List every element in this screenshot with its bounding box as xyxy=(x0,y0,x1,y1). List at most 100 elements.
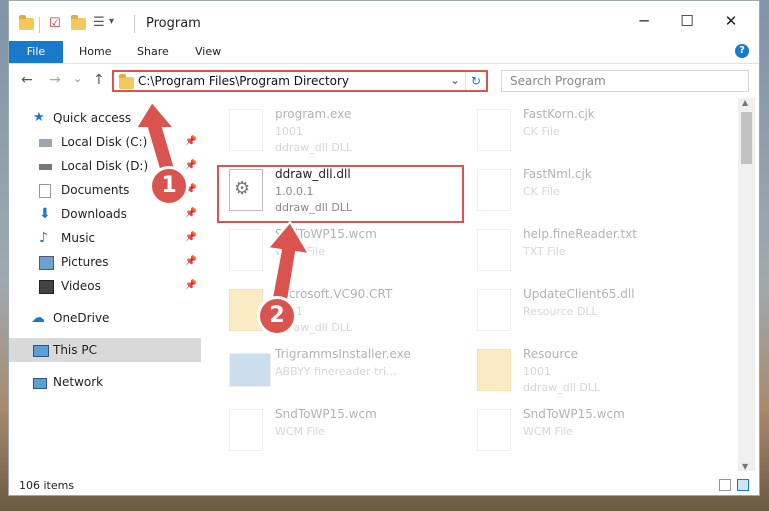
explorer-window: ☑ ☰ ▾ Program ─ ☐ ✕ File Home Share View… xyxy=(8,0,760,496)
file-name: SndToWP15.wcm xyxy=(275,407,377,421)
file-icon xyxy=(229,109,263,151)
details-view-icon[interactable] xyxy=(719,479,731,491)
ddraw-dll-highlight xyxy=(217,165,464,223)
list-item[interactable]: SndToWP15.wcm WCM File xyxy=(457,403,707,459)
download-icon: ⬇ xyxy=(39,206,51,222)
list-item[interactable]: SndToWP15.wcm WCM File xyxy=(209,403,459,459)
sidebar-item-quick-access[interactable]: ★ Quick access xyxy=(9,106,201,130)
scrollbar-thumb[interactable] xyxy=(741,112,752,164)
close-button[interactable]: ✕ xyxy=(716,9,746,33)
customize-toolbar-icon[interactable]: ☰ xyxy=(93,15,105,33)
up-button[interactable]: ↑ xyxy=(93,72,105,88)
tab-view[interactable]: View xyxy=(195,41,221,63)
star-icon: ★ xyxy=(33,110,45,125)
sidebar-item-label: Local Disk (C:) xyxy=(61,135,148,149)
tab-file[interactable]: File xyxy=(9,41,63,63)
sidebar-item-label: Music xyxy=(61,231,96,245)
list-item[interactable]: TrigrammsInstaller.exe ABBYY finereader … xyxy=(209,343,459,399)
sidebar-item-label: OneDrive xyxy=(53,311,110,325)
address-bar[interactable]: C:\Program Files\Program Directory ⌄ ↻ xyxy=(112,70,488,92)
videos-icon xyxy=(39,280,54,294)
search-input[interactable]: Search Program xyxy=(510,74,606,88)
list-item[interactable]: program.exe 1001 ddraw_dll DLL xyxy=(209,103,459,159)
file-detail: ABBYY finereader tri... xyxy=(275,365,397,378)
list-item[interactable]: SndToWP15.wcm WCM File xyxy=(209,223,459,279)
file-name: SndToWP15.wcm xyxy=(275,227,377,241)
ribbon: File Home Share View ? xyxy=(9,41,759,64)
sidebar-item-music[interactable]: ♪ Music 📌 xyxy=(9,226,201,250)
installer-icon xyxy=(229,353,271,387)
file-list: program.exe 1001 ddraw_dll DLL FastKorn.… xyxy=(209,101,739,471)
divider xyxy=(39,17,40,33)
divider xyxy=(134,15,135,33)
file-icon xyxy=(229,229,263,271)
file-name: TrigrammsInstaller.exe xyxy=(275,347,411,361)
file-icon xyxy=(477,409,511,451)
sidebar-item-local-disk-c[interactable]: Local Disk (C:) 📌 xyxy=(9,130,201,154)
folder-icon xyxy=(119,74,134,89)
list-item[interactable]: UpdateClient65.dll Resource DLL xyxy=(457,283,707,339)
address-path: C:\Program Files\Program Directory xyxy=(138,74,350,88)
music-icon: ♪ xyxy=(39,230,48,246)
folder-icon xyxy=(477,349,511,391)
sidebar-item-label: Network xyxy=(53,375,104,389)
sidebar-item-videos[interactable]: Videos 📌 xyxy=(9,274,201,298)
file-detail: CK File xyxy=(523,125,560,138)
pin-icon: 📌 xyxy=(184,136,197,147)
list-item[interactable]: FastNml.cjk CK File xyxy=(457,163,707,219)
pictures-icon xyxy=(39,256,54,270)
sidebar-item-label: This PC xyxy=(53,343,97,357)
pin-icon: 📌 xyxy=(184,232,197,243)
sidebar-item-this-pc[interactable]: This PC xyxy=(9,338,201,362)
file-detail: Resource DLL xyxy=(523,305,598,318)
list-item[interactable]: Resource 1001 ddraw_dll DLL xyxy=(457,343,707,399)
file-name: help.fineReader.txt xyxy=(523,227,637,241)
file-detail: 1001 xyxy=(523,365,551,378)
minimize-button[interactable]: ─ xyxy=(629,9,659,33)
sidebar-item-pictures[interactable]: Pictures 📌 xyxy=(9,250,201,274)
list-item[interactable]: help.fineReader.txt TXT File xyxy=(457,223,707,279)
pin-icon: 📌 xyxy=(184,280,197,291)
file-icon xyxy=(229,409,263,451)
file-name: FastNml.cjk xyxy=(523,167,592,181)
sidebar-item-onedrive[interactable]: ☁ OneDrive xyxy=(9,306,201,330)
new-folder-icon[interactable] xyxy=(71,15,86,30)
file-name: Resource xyxy=(523,347,579,361)
recent-locations-icon[interactable]: ⌄ xyxy=(73,72,82,85)
step-1-badge: 1 xyxy=(149,166,189,206)
search-box[interactable]: Search Program xyxy=(501,70,749,92)
tab-home[interactable]: Home xyxy=(79,41,111,63)
list-item[interactable]: FastKorn.cjk CK File xyxy=(457,103,707,159)
file-name: program.exe xyxy=(275,107,352,121)
chevron-down-icon[interactable]: ▾ xyxy=(109,16,114,34)
navigation-bar: ← → ⌄ ↑ C:\Program Files\Program Directo… xyxy=(9,64,759,98)
list-item[interactable]: Microsoft.VC90.CRT 1001 ddraw_dll DLL xyxy=(209,283,459,339)
maximize-button[interactable]: ☐ xyxy=(672,9,702,33)
help-icon[interactable]: ? xyxy=(735,44,749,58)
file-detail: ddraw_dll DLL xyxy=(275,141,353,154)
address-dropdown-icon[interactable]: ⌄ xyxy=(450,73,460,87)
scroll-up-icon[interactable]: ▲ xyxy=(742,98,748,107)
item-count: 106 items xyxy=(19,479,75,492)
refresh-button[interactable]: ↻ xyxy=(465,72,486,90)
vertical-scrollbar[interactable]: ▲ ▼ xyxy=(738,98,755,471)
large-icons-view-icon[interactable] xyxy=(737,479,749,491)
status-bar: 106 items xyxy=(9,475,759,495)
sidebar-item-network[interactable]: Network xyxy=(9,370,201,394)
properties-icon[interactable]: ☑ xyxy=(49,16,61,34)
file-name: SndToWP15.wcm xyxy=(523,407,625,421)
title-bar: ☑ ☰ ▾ Program ─ ☐ ✕ xyxy=(9,1,759,43)
pin-icon: 📌 xyxy=(184,160,197,171)
file-detail: WCM File xyxy=(275,245,325,258)
tab-share[interactable]: Share xyxy=(137,41,169,63)
scroll-down-icon[interactable]: ▼ xyxy=(742,462,748,471)
file-detail: TXT File xyxy=(523,245,566,258)
back-button[interactable]: ← xyxy=(21,72,33,88)
window-title: Program xyxy=(146,16,201,31)
sidebar-item-label: Pictures xyxy=(61,255,109,269)
sidebar-item-label: Local Disk (D:) xyxy=(61,159,149,173)
file-detail: 1001 xyxy=(275,125,303,138)
drive-icon xyxy=(39,139,52,147)
forward-button[interactable]: → xyxy=(49,72,61,88)
file-icon xyxy=(477,109,511,151)
